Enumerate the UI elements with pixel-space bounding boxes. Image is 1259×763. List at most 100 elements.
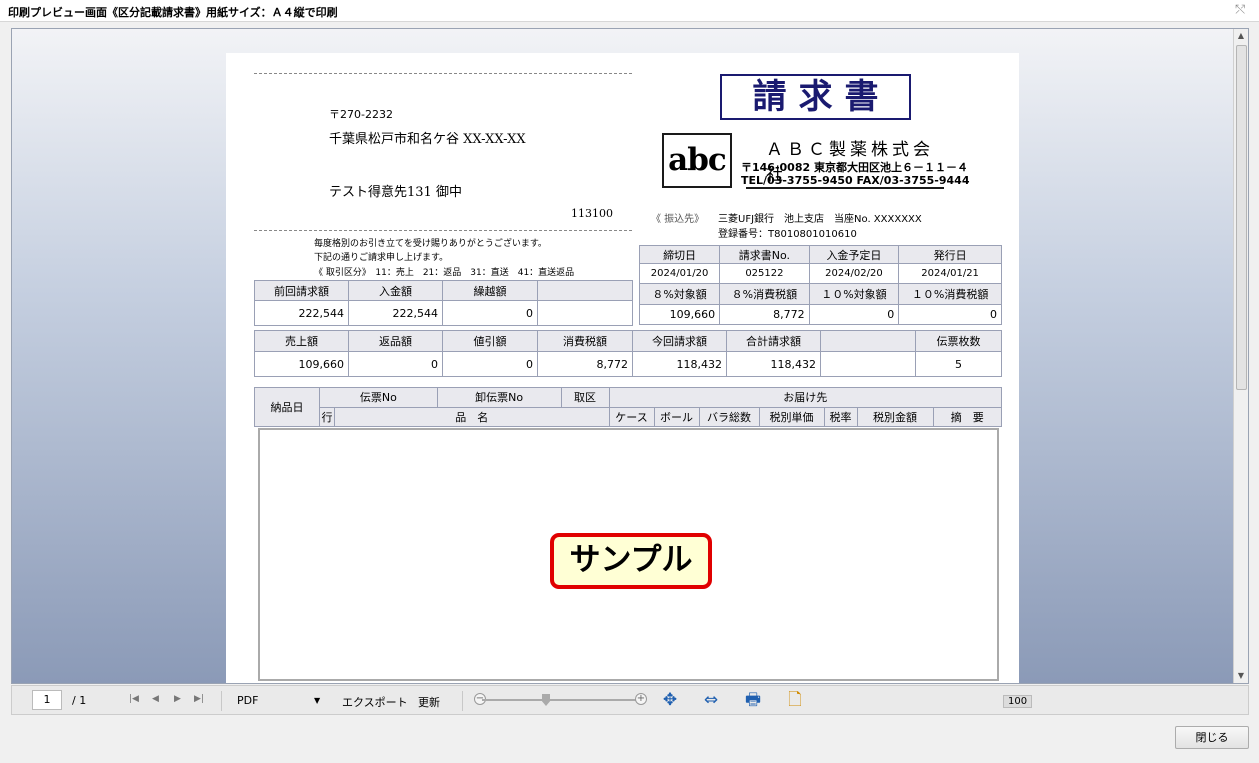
header-cell: 入金予定日 bbox=[808, 244, 900, 265]
next-page-icon[interactable]: ▶ bbox=[174, 694, 181, 704]
value-cell: 8,772 bbox=[537, 351, 633, 377]
preview-area[interactable]: 〒270-2232 千葉県松戸市和名ケ谷 XX-XX-XX テスト得意先131 … bbox=[11, 28, 1249, 684]
bank-account: 三菱UFJ銀行 池上支店 当座No. XXXXXXX bbox=[718, 214, 922, 225]
trade-types: 《 取引区分》 11：売上 21：返品 31：直送 41：直送返品 bbox=[314, 268, 575, 278]
refresh-button[interactable]: 更新 bbox=[418, 694, 440, 710]
value-cell: 2024/01/21 bbox=[898, 263, 1002, 285]
format-select[interactable]: PDF bbox=[237, 694, 258, 707]
header-cell: 値引額 bbox=[442, 329, 538, 353]
header-cell: 締切日 bbox=[638, 244, 721, 265]
header-cell: ８%対象額 bbox=[638, 283, 721, 305]
document-title: 請求書 bbox=[720, 74, 911, 120]
header-cell: 税別金額 bbox=[856, 406, 934, 427]
value-cell bbox=[820, 351, 916, 377]
header-cell: 納品日 bbox=[254, 387, 320, 427]
print-icon[interactable]: 🖶 bbox=[742, 689, 764, 711]
sample-stamp: サンプル bbox=[550, 533, 712, 589]
format-dropdown-icon[interactable]: ▼ bbox=[314, 696, 320, 705]
header-cell: １０%消費税額 bbox=[898, 283, 1002, 305]
page-number-input[interactable]: 1 bbox=[32, 690, 62, 710]
page-total: / 1 bbox=[72, 694, 87, 707]
header-cell: 税率 bbox=[823, 406, 858, 427]
header-cell bbox=[537, 279, 633, 302]
company-logo: abc bbox=[662, 133, 732, 188]
value-cell: 8,772 bbox=[719, 303, 810, 326]
fit-page-icon[interactable]: ✥ bbox=[659, 689, 681, 711]
value-cell: 0 bbox=[898, 303, 1002, 326]
header-cell bbox=[820, 329, 916, 353]
header-cell: 繰越額 bbox=[442, 279, 538, 302]
header-cell: ケース bbox=[608, 406, 655, 427]
close-button[interactable]: 閉じる bbox=[1175, 726, 1249, 749]
header-cell: 伝票枚数 bbox=[915, 329, 1002, 353]
header-cell: バラ総数 bbox=[698, 406, 760, 427]
header-cell: 行 bbox=[319, 406, 335, 427]
header-cell: 今回請求額 bbox=[632, 329, 727, 353]
customer-address: 千葉県松戸市和名ケ谷 XX-XX-XX bbox=[329, 132, 526, 147]
registration-number: 登録番号：T8010801010610 bbox=[718, 229, 857, 240]
detail-header-table: 納品日 伝票No 卸伝票No 取区 お届け先 行 品 名 ケース ボール バラ総… bbox=[254, 387, 1003, 427]
divider bbox=[254, 230, 632, 231]
header-cell: 取区 bbox=[560, 387, 610, 408]
zoom-slider-handle[interactable] bbox=[542, 694, 550, 706]
value-cell: 2024/02/20 bbox=[808, 263, 900, 285]
window-title: 印刷プレビュー画面《区分記載請求書》用紙サイズ：Ａ４縦で印刷 bbox=[8, 6, 338, 19]
separator bbox=[221, 691, 222, 711]
page-setup-icon[interactable]: 🗋 bbox=[784, 689, 806, 711]
header-cell: 税別単価 bbox=[758, 406, 825, 427]
value-cell bbox=[537, 300, 633, 326]
header-cell: 返品額 bbox=[348, 329, 443, 353]
scroll-up-icon[interactable]: ▲ bbox=[1234, 29, 1248, 43]
greeting-line-1: 毎度格別のお引き立てを受け賜りありがとうございます。 bbox=[314, 239, 547, 249]
company-address: 〒146-0082 東京都大田区池上６－１１－４ bbox=[741, 161, 968, 174]
header-cell: ８%消費税額 bbox=[719, 283, 810, 305]
sales-summary-table: 売上額 返品額 値引額 消費税額 今回請求額 合計請求額 伝票枚数 109,66… bbox=[254, 329, 1002, 377]
previous-balance-table: 前回請求額 入金額 繰越額 222,544 222,544 0 bbox=[254, 279, 633, 326]
value-cell: 118,432 bbox=[726, 351, 821, 377]
separator bbox=[462, 691, 463, 711]
scroll-thumb[interactable] bbox=[1236, 45, 1247, 390]
header-cell: 伝票No bbox=[319, 387, 438, 408]
zoom-value: 100 bbox=[1003, 695, 1033, 708]
close-icon[interactable]: ⤲ bbox=[1235, 2, 1245, 17]
last-page-icon[interactable]: ▶| bbox=[194, 694, 204, 704]
value-cell: 025122 bbox=[719, 263, 810, 285]
header-cell: １０%対象額 bbox=[808, 283, 900, 305]
divider bbox=[254, 73, 632, 74]
value-cell: 109,660 bbox=[638, 303, 721, 326]
value-cell: 222,544 bbox=[254, 300, 349, 326]
invoice-info-table: 締切日 請求書No. 入金予定日 発行日 2024/01/20 025122 2… bbox=[638, 244, 1002, 326]
invoice-page: 〒270-2232 千葉県松戸市和名ケ谷 XX-XX-XX テスト得意先131 … bbox=[226, 53, 1019, 683]
scroll-down-icon[interactable]: ▼ bbox=[1234, 669, 1248, 683]
header-cell: 卸伝票No bbox=[436, 387, 562, 408]
fit-width-icon[interactable]: ⇔ bbox=[700, 689, 722, 711]
first-page-icon[interactable]: |◀ bbox=[129, 694, 139, 704]
detail-lines-area: サンプル bbox=[258, 428, 999, 681]
header-cell: 摘 要 bbox=[932, 406, 1003, 427]
value-cell: 0 bbox=[442, 300, 538, 326]
value-cell: 118,432 bbox=[632, 351, 727, 377]
company-tel: TEL/03-3755-9450 FAX/03-3755-9444 bbox=[741, 174, 970, 187]
vertical-scrollbar[interactable]: ▲ ▼ bbox=[1233, 29, 1248, 683]
header-cell: 売上額 bbox=[254, 329, 349, 353]
title-bar: 印刷プレビュー画面《区分記載請求書》用紙サイズ：Ａ４縦で印刷 ⤲ bbox=[0, 0, 1259, 22]
value-cell: 222,544 bbox=[348, 300, 443, 326]
zoom-in-icon[interactable]: + bbox=[635, 693, 647, 705]
bank-label: 《 振込先》 bbox=[651, 214, 705, 225]
value-cell: 0 bbox=[348, 351, 443, 377]
header-cell: ボール bbox=[653, 406, 700, 427]
value-cell: 0 bbox=[808, 303, 900, 326]
export-button[interactable]: エクスポート bbox=[342, 694, 408, 710]
customer-code: 113100 bbox=[571, 207, 613, 220]
header-cell: 消費税額 bbox=[537, 329, 633, 353]
zoom-slider[interactable]: 100 bbox=[482, 695, 1033, 708]
header-cell: 品 名 bbox=[334, 406, 610, 427]
preview-toolbar: 1 / 1 |◀ ◀ ▶ ▶| PDF ▼ エクスポート 更新 − 100 + … bbox=[11, 685, 1249, 715]
header-cell: 入金額 bbox=[348, 279, 443, 302]
header-cell: お届け先 bbox=[608, 387, 1003, 408]
customer-name: テスト得意先131 御中 bbox=[329, 185, 462, 200]
header-cell: 前回請求額 bbox=[254, 279, 349, 302]
header-cell: 請求書No. bbox=[719, 244, 810, 265]
prev-page-icon[interactable]: ◀ bbox=[152, 694, 159, 704]
value-cell: 5 bbox=[915, 351, 1002, 377]
